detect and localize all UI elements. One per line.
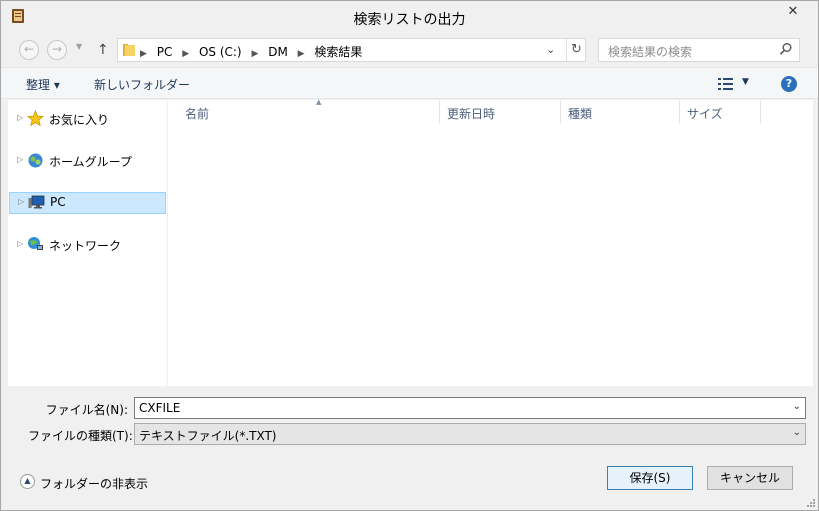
breadcrumb: ▶ PC ▶ OS (C:) ▶ DM ▶ 検索結果 <box>140 43 362 59</box>
close-button[interactable]: ✕ <box>774 2 812 22</box>
network-icon <box>28 237 43 250</box>
chevron-down-icon: ▼ <box>742 77 749 87</box>
window-title: 検索リストの出力 <box>353 12 466 28</box>
cancel-button[interactable]: キャンセル <box>707 466 793 490</box>
close-icon: ✕ <box>787 4 799 19</box>
column-header-type[interactable]: 種類 <box>561 100 680 124</box>
folder-icon <box>123 44 135 56</box>
filetype-value: テキストファイル(*.TXT) <box>139 429 277 443</box>
command-toolbar: 整理 ▾ 新しいフォルダー ▼ ? <box>1 67 818 99</box>
sidebar-item-label: お気に入り <box>49 113 110 127</box>
address-history-dropdown[interactable]: ⌄ <box>546 43 555 56</box>
search-icon[interactable] <box>779 42 793 56</box>
help-icon[interactable]: ? <box>781 76 797 92</box>
sidebar-item-favorites[interactable]: ▷ お気に入り <box>8 108 167 130</box>
up-arrow-icon: ↑ <box>97 42 109 58</box>
view-options-dropdown[interactable]: ▼ <box>742 77 749 87</box>
column-header-label: 名前 <box>185 107 210 121</box>
sidebar-item-network[interactable]: ▷ ネットワーク <box>8 234 167 256</box>
sidebar-item-homegroup[interactable]: ▷ ホームグループ <box>8 150 167 172</box>
title-bar: 検索リストの出力 ✕ <box>1 1 818 33</box>
forward-button[interactable]: → <box>47 40 67 60</box>
refresh-icon: ↻ <box>571 42 582 57</box>
sidebar-item-label: ホームグループ <box>49 155 132 169</box>
resize-grip-icon[interactable] <box>806 498 816 508</box>
search-placeholder: 検索結果の検索 <box>608 45 693 59</box>
column-header-label: 種類 <box>568 107 593 121</box>
file-list-pane: 名前 ▲ 更新日時 種類 サイズ <box>168 98 813 386</box>
breadcrumb-item-pc[interactable]: PC <box>157 45 173 59</box>
expand-arrow-icon[interactable]: ▷ <box>17 113 23 122</box>
up-button[interactable]: ↑ <box>97 42 109 58</box>
breadcrumb-item-search-results[interactable]: 検索結果 <box>314 45 362 59</box>
refresh-button[interactable]: ↻ <box>566 39 586 61</box>
breadcrumb-item-os-c[interactable]: OS (C:) <box>199 45 242 59</box>
forward-arrow-icon: → <box>51 42 63 56</box>
homegroup-icon <box>28 153 43 168</box>
column-header-label: 更新日時 <box>447 107 496 121</box>
filetype-select[interactable]: テキストファイル(*.TXT) ⌄ <box>134 423 806 445</box>
sidebar-item-label: ネットワーク <box>49 239 122 253</box>
back-arrow-icon: ← <box>23 42 35 56</box>
new-folder-button[interactable]: 新しいフォルダー <box>94 76 190 93</box>
address-bar[interactable]: ▶ PC ▶ OS (C:) ▶ DM ▶ 検索結果 ⌄ ↻ <box>117 38 586 62</box>
filetype-label: ファイルの種類(T): <box>28 429 133 443</box>
expand-arrow-icon[interactable]: ▷ <box>17 239 23 248</box>
breadcrumb-item-dm[interactable]: DM <box>268 45 288 59</box>
chevron-down-icon: ⌄ <box>792 427 801 438</box>
chevron-down-icon: ⌄ <box>546 43 556 56</box>
sort-ascending-icon: ▲ <box>316 98 322 106</box>
chevron-right-icon: ▶ <box>140 49 147 59</box>
save-options-panel: ファイル名(N): CXFILE ⌄ ファイルの種類(T): テキストファイル(… <box>8 386 813 504</box>
filename-field[interactable]: CXFILE ⌄ <box>134 397 806 419</box>
star-icon <box>27 110 44 127</box>
computer-icon <box>28 195 45 209</box>
column-header-size[interactable]: サイズ <box>680 100 761 124</box>
column-header-modified[interactable]: 更新日時 <box>440 100 561 124</box>
collapse-up-icon: ▲ <box>20 474 35 489</box>
hide-folders-label: フォルダーの非表示 <box>40 477 149 491</box>
back-button[interactable]: ← <box>19 40 39 60</box>
filename-label: ファイル名(N): <box>45 403 128 417</box>
navigation-bar: ← → ▼ ↑ ▶ PC ▶ OS (C:) ▶ DM ▶ 検索結果 ⌄ ↻ 検… <box>1 33 818 67</box>
recent-locations-dropdown[interactable]: ▼ <box>76 42 82 51</box>
chevron-right-icon[interactable]: ▶ <box>298 49 305 59</box>
chevron-down-icon[interactable]: ⌄ <box>793 401 801 412</box>
navigation-pane: ▷ お気に入り ▷ ホームグループ ▷ PC ▷ ネットワーク <box>8 100 167 386</box>
save-button[interactable]: 保存(S) <box>607 466 693 490</box>
column-header-label: サイズ <box>687 107 723 121</box>
chevron-right-icon[interactable]: ▶ <box>182 49 189 59</box>
search-input[interactable]: 検索結果の検索 <box>598 38 800 62</box>
chevron-right-icon[interactable]: ▶ <box>251 49 258 59</box>
sidebar-item-label: PC <box>50 195 66 209</box>
sidebar-item-pc[interactable]: ▷ PC <box>9 192 166 214</box>
save-dialog-window: 検索リストの出力 ✕ ← → ▼ ↑ ▶ PC ▶ OS (C:) ▶ DM ▶… <box>0 0 819 511</box>
organize-button[interactable]: 整理 ▾ <box>26 76 60 93</box>
column-header-name[interactable]: 名前 ▲ <box>178 98 440 124</box>
filename-value: CXFILE <box>139 401 181 415</box>
view-options-icon[interactable] <box>717 77 735 91</box>
expand-arrow-icon[interactable]: ▷ <box>17 155 23 164</box>
expand-arrow-icon[interactable]: ▷ <box>18 197 24 206</box>
